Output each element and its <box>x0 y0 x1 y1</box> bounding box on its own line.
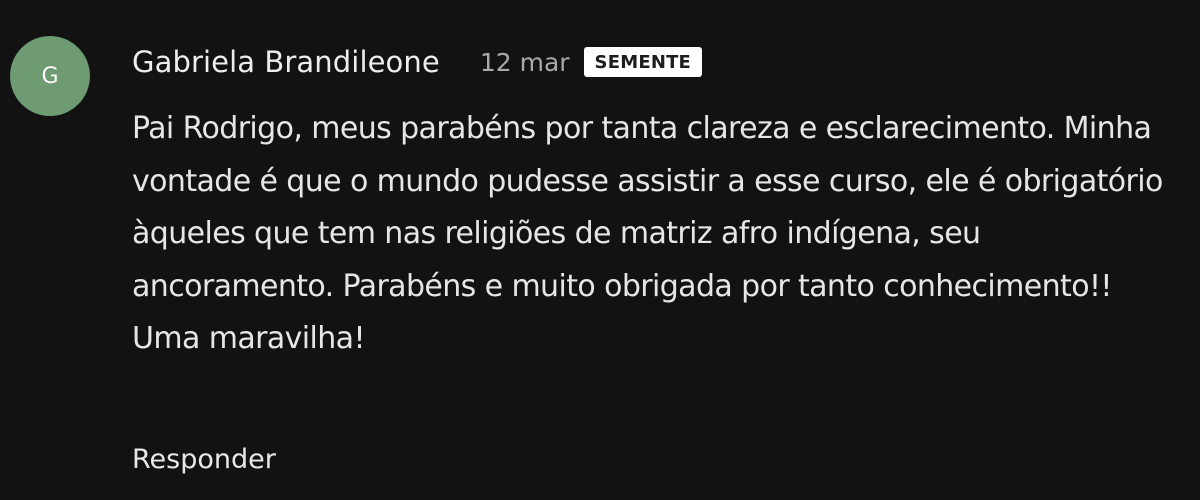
author-name[interactable]: Gabriela Brandileone <box>132 45 440 79</box>
comment-header: Gabriela Brandileone 12 mar SEMENTE <box>132 40 703 84</box>
avatar-initial: G <box>41 63 59 89</box>
reply-button[interactable]: Responder <box>132 444 276 475</box>
comment-card: G Gabriela Brandileone 12 mar SEMENTE Pa… <box>0 0 1200 500</box>
comment-date: 12 mar <box>479 47 570 77</box>
comment-text: Pai Rodrigo, meus parabéns por tanta cla… <box>132 111 1163 356</box>
avatar[interactable]: G <box>10 36 90 116</box>
user-level-badge: SEMENTE <box>583 47 703 77</box>
